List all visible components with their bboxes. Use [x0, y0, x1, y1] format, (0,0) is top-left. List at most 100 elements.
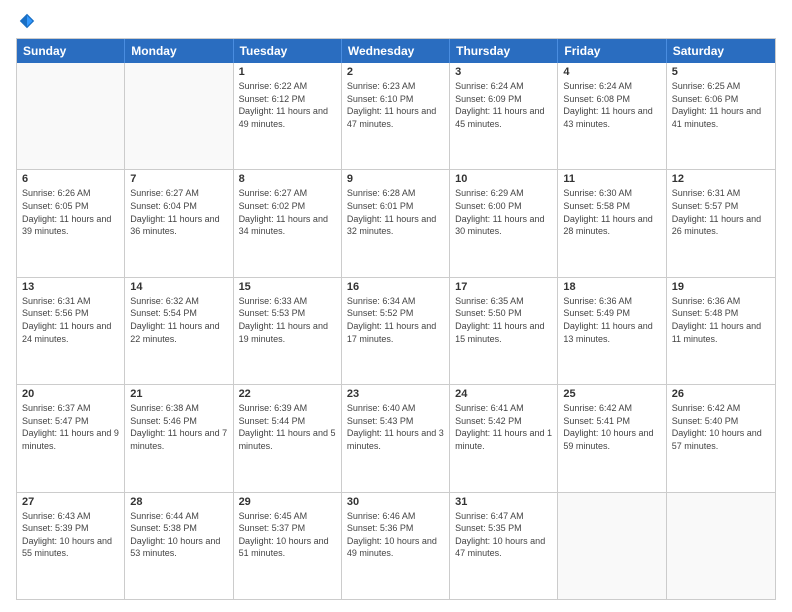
- weekday-header: Tuesday: [234, 39, 342, 63]
- day-info: Sunrise: 6:36 AM Sunset: 5:49 PM Dayligh…: [563, 295, 660, 345]
- day-info: Sunrise: 6:39 AM Sunset: 5:44 PM Dayligh…: [239, 402, 336, 452]
- calendar-cell: 15 Sunrise: 6:33 AM Sunset: 5:53 PM Dayli…: [234, 278, 342, 384]
- calendar-cell: [558, 493, 666, 599]
- day-info: Sunrise: 6:43 AM Sunset: 5:39 PM Dayligh…: [22, 510, 119, 560]
- day-number: 16: [347, 281, 444, 293]
- day-number: 12: [672, 173, 770, 185]
- day-number: 26: [672, 388, 770, 400]
- weekday-header: Monday: [125, 39, 233, 63]
- calendar-cell: 21Sunrise: 6:38 AM Sunset: 5:46 PM Dayli…: [125, 385, 233, 491]
- calendar-cell: 31 Sunrise: 6:47 AM Sunset: 5:35 PM Dayli…: [450, 493, 558, 599]
- day-number: 6: [22, 173, 119, 185]
- header: [16, 12, 776, 30]
- day-info: Sunrise: 6:31 AM Sunset: 5:56 PM Dayligh…: [22, 295, 119, 345]
- calendar-cell: 5 Sunrise: 6:25 AM Sunset: 6:06 PM Daylig…: [667, 63, 775, 169]
- calendar-cell: 2 Sunrise: 6:23 AM Sunset: 6:10 PM Daylig…: [342, 63, 450, 169]
- day-number: 22: [239, 388, 336, 400]
- day-number: 13: [22, 281, 119, 293]
- day-number: 17: [455, 281, 552, 293]
- day-number: 20: [22, 388, 119, 400]
- day-number: 31: [455, 496, 552, 508]
- day-number: 24: [455, 388, 552, 400]
- calendar-cell: 4 Sunrise: 6:24 AM Sunset: 6:08 PM Daylig…: [558, 63, 666, 169]
- day-info: Sunrise: 6:41 AM Sunset: 5:42 PM Dayligh…: [455, 402, 552, 452]
- day-info: Sunrise: 6:30 AM Sunset: 5:58 PM Dayligh…: [563, 187, 660, 237]
- logo-icon: [18, 12, 36, 30]
- day-info: Sunrise: 6:47 AM Sunset: 5:35 PM Dayligh…: [455, 510, 552, 560]
- logo: [16, 12, 36, 30]
- day-info: Sunrise: 6:46 AM Sunset: 5:36 PM Dayligh…: [347, 510, 444, 560]
- day-number: 14: [130, 281, 227, 293]
- day-number: 15: [239, 281, 336, 293]
- day-number: 11: [563, 173, 660, 185]
- calendar-cell: 12 Sunrise: 6:31 AM Sunset: 5:57 PM Dayli…: [667, 170, 775, 276]
- day-number: 8: [239, 173, 336, 185]
- calendar-cell: 29Sunrise: 6:45 AM Sunset: 5:37 PM Dayli…: [234, 493, 342, 599]
- day-info: Sunrise: 6:42 AM Sunset: 5:40 PM Dayligh…: [672, 402, 770, 452]
- day-number: 3: [455, 66, 552, 78]
- day-info: Sunrise: 6:31 AM Sunset: 5:57 PM Dayligh…: [672, 187, 770, 237]
- weekday-header: Wednesday: [342, 39, 450, 63]
- day-info: Sunrise: 6:33 AM Sunset: 5:53 PM Dayligh…: [239, 295, 336, 345]
- day-number: 18: [563, 281, 660, 293]
- calendar-cell: 6 Sunrise: 6:26 AM Sunset: 6:05 PM Daylig…: [17, 170, 125, 276]
- calendar-week-row: 1 Sunrise: 6:22 AM Sunset: 6:12 PM Daylig…: [17, 63, 775, 170]
- calendar-cell: 3 Sunrise: 6:24 AM Sunset: 6:09 PM Daylig…: [450, 63, 558, 169]
- day-number: 23: [347, 388, 444, 400]
- day-info: Sunrise: 6:26 AM Sunset: 6:05 PM Dayligh…: [22, 187, 119, 237]
- day-info: Sunrise: 6:40 AM Sunset: 5:43 PM Dayligh…: [347, 402, 444, 452]
- calendar: SundayMondayTuesdayWednesdayThursdayFrid…: [16, 38, 776, 600]
- calendar-cell: 27 Sunrise: 6:43 AM Sunset: 5:39 PM Dayli…: [17, 493, 125, 599]
- calendar-cell: [125, 63, 233, 169]
- day-info: Sunrise: 6:44 AM Sunset: 5:38 PM Dayligh…: [130, 510, 227, 560]
- calendar-cell: 16Sunrise: 6:34 AM Sunset: 5:52 PM Dayli…: [342, 278, 450, 384]
- day-number: 5: [672, 66, 770, 78]
- day-number: 30: [347, 496, 444, 508]
- calendar-week-row: 20 Sunrise: 6:37 AM Sunset: 5:47 PM Dayli…: [17, 385, 775, 492]
- calendar-cell: 25 Sunrise: 6:42 AM Sunset: 5:41 PM Dayli…: [558, 385, 666, 491]
- calendar-week-row: 13 Sunrise: 6:31 AM Sunset: 5:56 PM Dayli…: [17, 278, 775, 385]
- weekday-header: Saturday: [667, 39, 775, 63]
- weekday-header: Sunday: [17, 39, 125, 63]
- day-number: 27: [22, 496, 119, 508]
- calendar-cell: 10 Sunrise: 6:29 AM Sunset: 6:00 PM Dayli…: [450, 170, 558, 276]
- calendar-cell: 19Sunrise: 6:36 AM Sunset: 5:48 PM Dayli…: [667, 278, 775, 384]
- day-info: Sunrise: 6:25 AM Sunset: 6:06 PM Dayligh…: [672, 80, 770, 130]
- calendar-cell: [667, 493, 775, 599]
- calendar-cell: 26 Sunrise: 6:42 AM Sunset: 5:40 PM Dayli…: [667, 385, 775, 491]
- day-info: Sunrise: 6:27 AM Sunset: 6:04 PM Dayligh…: [130, 187, 227, 237]
- calendar-cell: 1 Sunrise: 6:22 AM Sunset: 6:12 PM Daylig…: [234, 63, 342, 169]
- day-number: 10: [455, 173, 552, 185]
- day-info: Sunrise: 6:24 AM Sunset: 6:09 PM Dayligh…: [455, 80, 552, 130]
- day-info: Sunrise: 6:24 AM Sunset: 6:08 PM Dayligh…: [563, 80, 660, 130]
- calendar-cell: 20 Sunrise: 6:37 AM Sunset: 5:47 PM Dayli…: [17, 385, 125, 491]
- day-number: 4: [563, 66, 660, 78]
- calendar-cell: [17, 63, 125, 169]
- day-info: Sunrise: 6:32 AM Sunset: 5:54 PM Dayligh…: [130, 295, 227, 345]
- day-info: Sunrise: 6:45 AM Sunset: 5:37 PM Dayligh…: [239, 510, 336, 560]
- day-number: 25: [563, 388, 660, 400]
- day-info: Sunrise: 6:37 AM Sunset: 5:47 PM Dayligh…: [22, 402, 119, 452]
- calendar-cell: 14 Sunrise: 6:32 AM Sunset: 5:54 PM Dayli…: [125, 278, 233, 384]
- day-number: 7: [130, 173, 227, 185]
- day-number: 1: [239, 66, 336, 78]
- calendar-cell: 23 Sunrise: 6:40 AM Sunset: 5:43 PM Dayli…: [342, 385, 450, 491]
- day-number: 9: [347, 173, 444, 185]
- day-info: Sunrise: 6:29 AM Sunset: 6:00 PM Dayligh…: [455, 187, 552, 237]
- day-info: Sunrise: 6:23 AM Sunset: 6:10 PM Dayligh…: [347, 80, 444, 130]
- page: SundayMondayTuesdayWednesdayThursdayFrid…: [0, 0, 792, 612]
- calendar-cell: 18 Sunrise: 6:36 AM Sunset: 5:49 PM Dayli…: [558, 278, 666, 384]
- calendar-cell: 9Sunrise: 6:28 AM Sunset: 6:01 PM Daylig…: [342, 170, 450, 276]
- day-number: 2: [347, 66, 444, 78]
- calendar-cell: 22 Sunrise: 6:39 AM Sunset: 5:44 PM Dayli…: [234, 385, 342, 491]
- calendar-cell: 7 Sunrise: 6:27 AM Sunset: 6:04 PM Daylig…: [125, 170, 233, 276]
- day-info: Sunrise: 6:38 AM Sunset: 5:46 PM Dayligh…: [130, 402, 227, 452]
- day-info: Sunrise: 6:35 AM Sunset: 5:50 PM Dayligh…: [455, 295, 552, 345]
- calendar-body: 1 Sunrise: 6:22 AM Sunset: 6:12 PM Daylig…: [17, 63, 775, 599]
- day-info: Sunrise: 6:22 AM Sunset: 6:12 PM Dayligh…: [239, 80, 336, 130]
- day-info: Sunrise: 6:42 AM Sunset: 5:41 PM Dayligh…: [563, 402, 660, 452]
- calendar-cell: 13 Sunrise: 6:31 AM Sunset: 5:56 PM Dayli…: [17, 278, 125, 384]
- day-info: Sunrise: 6:27 AM Sunset: 6:02 PM Dayligh…: [239, 187, 336, 237]
- calendar-cell: 11 Sunrise: 6:30 AM Sunset: 5:58 PM Dayli…: [558, 170, 666, 276]
- calendar-header: SundayMondayTuesdayWednesdayThursdayFrid…: [17, 39, 775, 63]
